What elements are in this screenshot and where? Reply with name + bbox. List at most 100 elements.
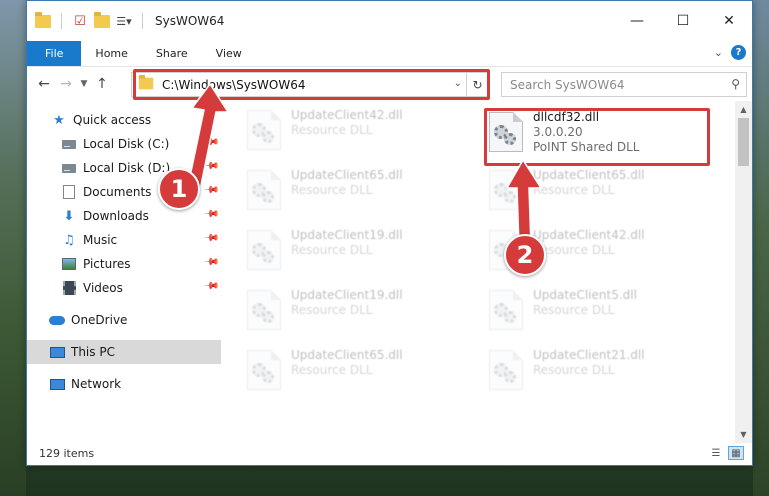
- vertical-scrollbar[interactable]: ▲ ▼: [735, 101, 752, 443]
- address-row: ← → ▼ ↑ C:\Windows\SysWOW64 ⌄ ↻ Search S…: [27, 67, 752, 101]
- nav-label: OneDrive: [71, 313, 128, 327]
- status-bar: 129 items ☰ ▦: [27, 441, 752, 465]
- nav-item-pictures[interactable]: Pictures 📌: [27, 252, 221, 276]
- nav-item-network[interactable]: Network: [27, 372, 221, 396]
- close-button[interactable]: ✕: [706, 1, 752, 41]
- up-arrow-icon[interactable]: ↑: [91, 73, 113, 95]
- list-item[interactable]: UpdateClient65.dll Resource DLL: [489, 167, 719, 217]
- nav-label: Videos: [83, 281, 123, 295]
- list-item[interactable]: UpdateClient21.dll Resource DLL: [489, 347, 719, 397]
- videos-icon: [61, 280, 77, 296]
- properties-check-icon[interactable]: ☑: [72, 13, 88, 29]
- ribbon-controls: ⌄ ?: [714, 45, 746, 60]
- dll-file-icon: [247, 290, 281, 330]
- music-icon: ♫: [63, 232, 75, 248]
- list-item[interactable]: UpdateClient19.dll Resource DLL: [247, 227, 477, 277]
- file-name: UpdateClient42.dll: [533, 228, 645, 242]
- nav-item-this-pc[interactable]: This PC: [27, 340, 221, 364]
- nav-item-local-disk-c[interactable]: Local Disk (C:) 📌: [27, 132, 221, 156]
- nav-item-music[interactable]: ♫ Music 📌: [27, 228, 221, 252]
- file-type: Resource DLL: [533, 303, 615, 317]
- pin-icon[interactable]: 📌: [202, 206, 219, 223]
- nav-label: Pictures: [83, 257, 131, 271]
- new-folder-icon[interactable]: [94, 11, 110, 29]
- documents-icon: [61, 184, 77, 200]
- desktop-background-right: [753, 0, 769, 496]
- pin-icon[interactable]: 📌: [202, 254, 219, 271]
- disk-icon: [61, 136, 77, 152]
- search-input[interactable]: Search SysWOW64 ⚲: [501, 72, 747, 97]
- tab-view[interactable]: View: [202, 41, 256, 66]
- recent-locations-chevron-icon[interactable]: ▼: [77, 73, 91, 95]
- nav-label: Local Disk (D:): [83, 161, 171, 175]
- list-item[interactable]: UpdateClient65.dll Resource DLL: [247, 347, 477, 397]
- expand-ribbon-chevron-icon[interactable]: ⌄: [714, 46, 723, 59]
- view-switcher: ☰ ▦: [708, 446, 744, 460]
- file-name: UpdateClient21.dll: [533, 348, 645, 362]
- nav-label: Downloads: [83, 209, 149, 223]
- disk-icon: [61, 160, 77, 176]
- nav-item-onedrive[interactable]: OneDrive: [27, 308, 221, 332]
- pin-icon[interactable]: 📌: [202, 278, 219, 295]
- file-name: UpdateClient65.dll: [291, 348, 403, 362]
- scrollbar-thumb[interactable]: [738, 118, 749, 166]
- forward-arrow-icon[interactable]: →: [55, 73, 77, 95]
- dll-file-icon: [247, 110, 281, 150]
- pictures-icon: [61, 256, 77, 272]
- dll-file-icon: [247, 170, 281, 210]
- dll-file-icon: [247, 350, 281, 390]
- address-highlight-box: [133, 69, 490, 100]
- pin-icon[interactable]: 📌: [202, 230, 219, 247]
- step-badge-2: 2: [504, 234, 546, 276]
- file-type: Resource DLL: [533, 363, 615, 377]
- customize-toolbar-icon[interactable]: ☰▾: [116, 13, 132, 29]
- nav-item-videos[interactable]: Videos 📌: [27, 276, 221, 300]
- quick-access-toolbar: ☑ ☰▾: [27, 11, 147, 29]
- nav-label: Documents: [83, 185, 152, 199]
- file-type: Resource DLL: [291, 243, 373, 257]
- navigation-pane: ★ Quick access Local Disk (C:) 📌 Local D…: [27, 101, 221, 435]
- scroll-up-icon[interactable]: ▲: [735, 101, 752, 118]
- star-icon: ★: [53, 112, 65, 128]
- downloads-icon: ⬇: [63, 208, 75, 224]
- file-name: UpdateClient5.dll: [533, 288, 637, 302]
- search-icon[interactable]: ⚲: [731, 77, 740, 91]
- dll-file-icon: [489, 170, 523, 210]
- file-name: UpdateClient65.dll: [533, 168, 645, 182]
- desktop-background-left: [0, 0, 26, 496]
- title-bar[interactable]: ☑ ☰▾ SysWOW64 — ☐ ✕: [27, 1, 752, 41]
- file-name: UpdateClient19.dll: [291, 228, 403, 242]
- step-badge-1: 1: [158, 168, 200, 210]
- this-pc-icon: [49, 344, 65, 360]
- nav-item-quick-access[interactable]: ★ Quick access: [27, 108, 221, 132]
- toolbar-divider: [61, 13, 62, 29]
- tab-share[interactable]: Share: [142, 41, 202, 66]
- nav-label: Local Disk (C:): [83, 137, 170, 151]
- toolbar-divider: [142, 13, 143, 29]
- pin-icon[interactable]: 📌: [202, 134, 219, 151]
- help-icon[interactable]: ?: [731, 45, 746, 60]
- item-count: 129 items: [39, 446, 95, 460]
- network-icon: [49, 376, 65, 392]
- window-controls: — ☐ ✕: [614, 1, 752, 41]
- minimize-button[interactable]: —: [614, 1, 660, 41]
- tiles-view-icon[interactable]: ▦: [728, 446, 744, 460]
- window-title: SysWOW64: [155, 14, 225, 28]
- list-item[interactable]: UpdateClient65.dll Resource DLL: [247, 167, 477, 217]
- pin-icon[interactable]: 📌: [202, 182, 219, 199]
- tab-home[interactable]: Home: [81, 41, 141, 66]
- ribbon-tabs: File Home Share View ⌄ ?: [27, 41, 752, 67]
- nav-label: Network: [71, 377, 122, 391]
- back-arrow-icon[interactable]: ←: [33, 73, 55, 95]
- file-type: Resource DLL: [533, 183, 615, 197]
- dll-file-icon: [247, 230, 281, 270]
- list-item[interactable]: UpdateClient19.dll Resource DLL: [247, 287, 477, 337]
- maximize-button[interactable]: ☐: [660, 1, 706, 41]
- pin-icon[interactable]: 📌: [202, 158, 219, 175]
- list-item[interactable]: UpdateClient42.dll Resource DLL: [247, 107, 477, 157]
- nav-item-downloads[interactable]: ⬇ Downloads 📌: [27, 204, 221, 228]
- tab-file[interactable]: File: [27, 41, 82, 66]
- details-view-icon[interactable]: ☰: [708, 446, 724, 460]
- search-placeholder: Search SysWOW64: [510, 77, 625, 92]
- list-item[interactable]: UpdateClient5.dll Resource DLL: [489, 287, 719, 337]
